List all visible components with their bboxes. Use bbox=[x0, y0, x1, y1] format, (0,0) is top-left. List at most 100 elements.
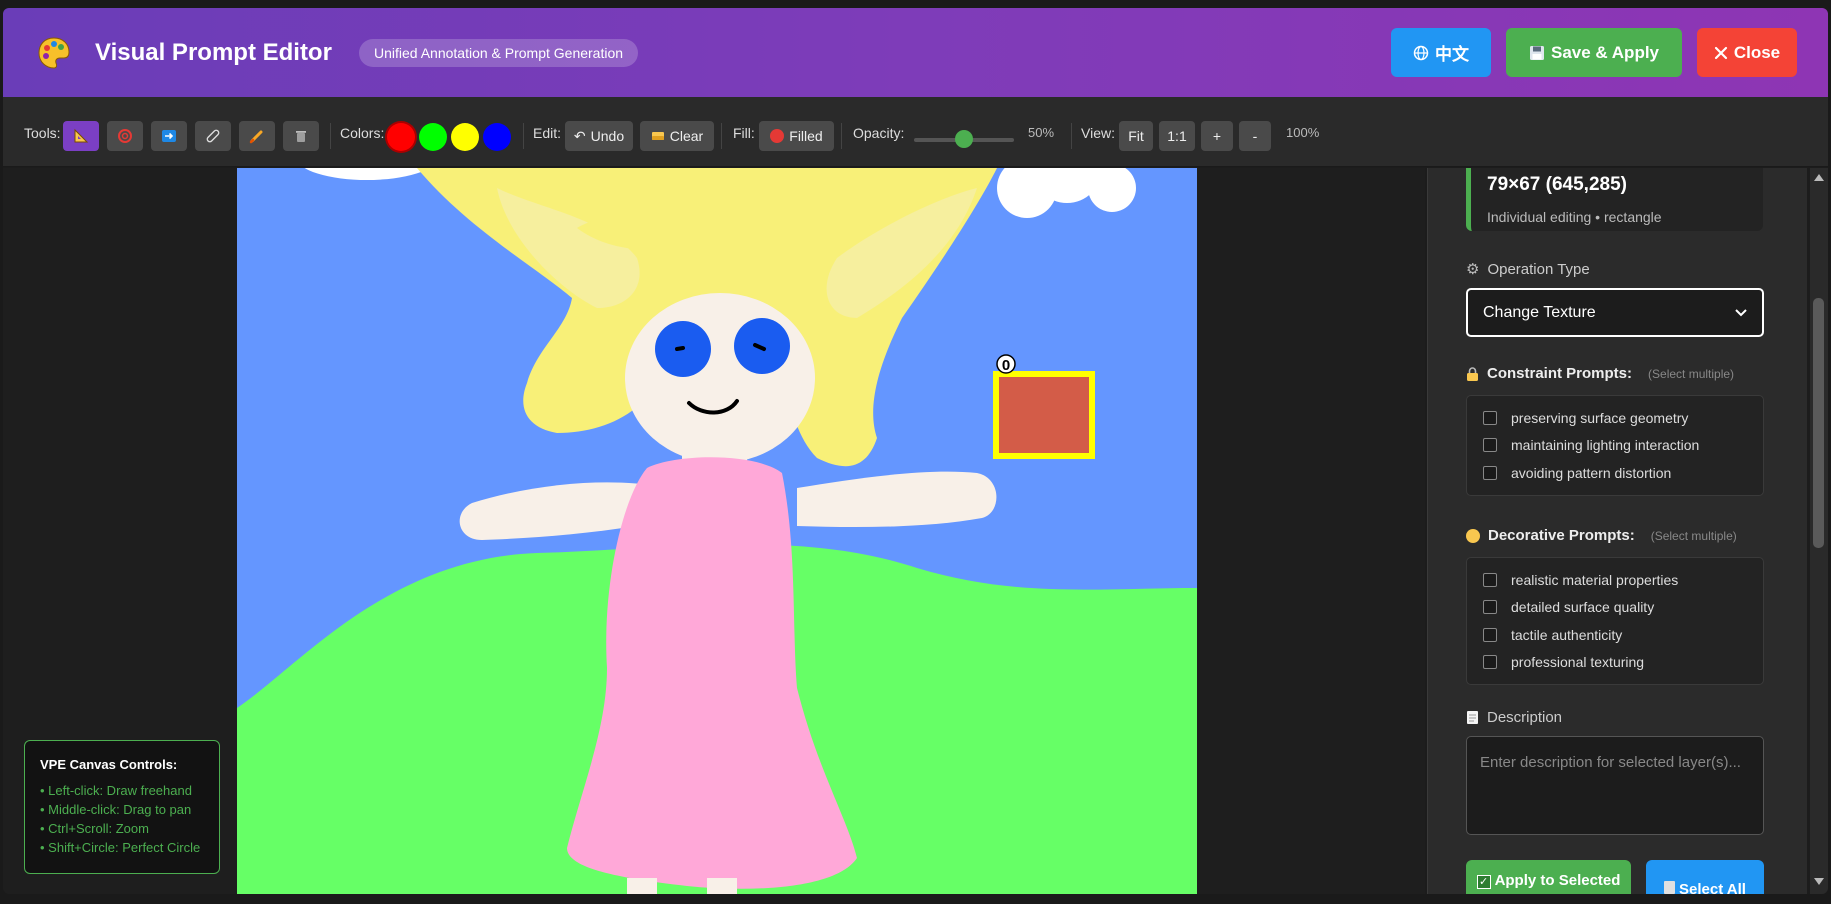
opacity-value: 50% bbox=[1028, 125, 1055, 140]
description-label: Description bbox=[1487, 709, 1563, 726]
circle-tool-icon bbox=[118, 129, 132, 143]
lock-icon bbox=[1467, 366, 1478, 381]
scroll-up-arrow-icon[interactable] bbox=[1814, 174, 1824, 181]
decorative-option-label: tactile authenticity bbox=[1511, 626, 1623, 643]
decorative-option-label: detailed surface quality bbox=[1511, 599, 1655, 616]
controls-line: • Middle-click: Drag to pan bbox=[40, 802, 192, 817]
arrow-tool-icon bbox=[162, 130, 176, 142]
clear-button[interactable]: Clear bbox=[640, 121, 714, 151]
constraint-heading: Constraint Prompts: (Select multiple) bbox=[1466, 365, 1734, 382]
selected-layer-card[interactable]: 79×67 (645,285) Individual editing • rec… bbox=[1466, 168, 1763, 231]
toolbar-divider bbox=[1071, 123, 1072, 149]
gear-icon: ⚙ bbox=[1466, 261, 1480, 278]
tool-freehand[interactable] bbox=[195, 121, 231, 151]
checkbox[interactable] bbox=[1483, 600, 1497, 615]
color-green[interactable] bbox=[419, 123, 447, 151]
zoom-value: 100% bbox=[1286, 125, 1320, 140]
decorative-option[interactable]: tactile authenticity bbox=[1467, 621, 1763, 649]
tools-label: Tools: bbox=[24, 125, 61, 141]
one-to-one-button[interactable]: 1:1 bbox=[1159, 121, 1195, 151]
decorative-label: Decorative Prompts: bbox=[1488, 527, 1635, 544]
notepad-icon bbox=[1467, 711, 1478, 724]
checkbox[interactable] bbox=[1483, 655, 1497, 670]
app-subtitle: Unified Annotation & Prompt Generation bbox=[359, 39, 639, 67]
fit-button[interactable]: Fit bbox=[1119, 121, 1153, 151]
constraint-option-label: maintaining lighting interaction bbox=[1511, 437, 1700, 454]
apply-label: Apply to Selected bbox=[1494, 872, 1621, 889]
canvas-controls-help: VPE Canvas Controls: • Left-click: Draw … bbox=[24, 740, 220, 874]
toolbar-divider bbox=[330, 123, 331, 149]
tool-brush[interactable] bbox=[239, 121, 275, 151]
description-textarea[interactable]: Enter description for selected layer(s).… bbox=[1466, 736, 1764, 835]
language-button[interactable]: 中文 bbox=[1391, 28, 1491, 77]
panel-scroll-thumb[interactable] bbox=[1813, 298, 1824, 548]
tool-eraser[interactable] bbox=[283, 121, 319, 151]
brush-icon bbox=[249, 130, 263, 144]
colors-label: Colors: bbox=[340, 125, 385, 141]
close-button[interactable]: Close bbox=[1697, 28, 1797, 77]
clipboard-icon bbox=[1664, 881, 1675, 894]
tool-arrow[interactable] bbox=[151, 121, 187, 151]
drawing-canvas[interactable]: 0 bbox=[237, 168, 1197, 894]
checkbox[interactable] bbox=[1483, 438, 1497, 453]
constraint-option[interactable]: preserving surface geometry bbox=[1467, 404, 1763, 432]
apply-to-selected-button[interactable]: ✓ Apply to Selected bbox=[1466, 860, 1631, 894]
decorative-option[interactable]: realistic material properties bbox=[1467, 566, 1763, 594]
zoom-in-button[interactable]: + bbox=[1201, 121, 1233, 151]
tool-circle[interactable] bbox=[107, 121, 143, 151]
checkbox[interactable] bbox=[1483, 410, 1497, 425]
color-blue[interactable] bbox=[483, 123, 511, 151]
bandage-icon bbox=[206, 129, 220, 143]
fill-mode-button[interactable]: Filled bbox=[759, 121, 834, 151]
decorative-hint: (Select multiple) bbox=[1650, 528, 1737, 543]
color-yellow[interactable] bbox=[451, 123, 479, 151]
constraint-option[interactable]: maintaining lighting interaction bbox=[1467, 432, 1763, 460]
clear-label: Clear bbox=[669, 128, 704, 144]
undo-button[interactable]: ↶ Undo bbox=[565, 121, 633, 151]
layer-size: 79×67 (645,285) bbox=[1487, 174, 1627, 195]
close-icon bbox=[1714, 46, 1727, 59]
layer-description: Individual editing • rectangle bbox=[1487, 209, 1662, 225]
edit-label: Edit: bbox=[533, 125, 562, 141]
select-all-label: Select All bbox=[1679, 881, 1746, 894]
decorative-option[interactable]: professional texturing bbox=[1467, 649, 1763, 677]
decorative-option[interactable]: detailed surface quality bbox=[1467, 594, 1763, 622]
scroll-down-arrow-icon[interactable] bbox=[1814, 878, 1824, 885]
triangle-ruler-icon bbox=[74, 128, 89, 143]
checkmark-icon: ✓ bbox=[1476, 875, 1491, 889]
checkbox[interactable] bbox=[1483, 572, 1497, 587]
constraint-option-label: preserving surface geometry bbox=[1511, 409, 1689, 426]
app-window: Visual Prompt Editor Unified Annotation … bbox=[3, 8, 1828, 894]
floppy-disk-icon bbox=[1529, 45, 1544, 60]
chevron-down-icon bbox=[1735, 308, 1747, 316]
checkbox[interactable] bbox=[1483, 465, 1497, 480]
decorative-list: realistic material properties detailed s… bbox=[1466, 557, 1764, 685]
constraint-option[interactable]: avoiding pattern distortion bbox=[1467, 459, 1763, 487]
properties-panel: 79×67 (645,285) Individual editing • rec… bbox=[1427, 168, 1807, 894]
opacity-slider-thumb[interactable] bbox=[955, 130, 973, 148]
opacity-label: Opacity: bbox=[853, 125, 905, 141]
constraint-option-label: avoiding pattern distortion bbox=[1511, 464, 1672, 481]
tool-triangle-ruler[interactable] bbox=[63, 121, 99, 151]
undo-icon: ↶ bbox=[573, 127, 586, 144]
controls-line: • Ctrl+Scroll: Zoom bbox=[40, 821, 149, 836]
close-label: Close bbox=[1733, 42, 1781, 62]
color-red[interactable] bbox=[387, 123, 415, 151]
decorative-heading: Decorative Prompts: (Select multiple) bbox=[1466, 527, 1737, 544]
description-heading: Description bbox=[1466, 709, 1562, 726]
constraint-label: Constraint Prompts: bbox=[1487, 365, 1633, 382]
zoom-out-button[interactable]: - bbox=[1239, 121, 1271, 151]
toolbar-divider bbox=[523, 123, 524, 149]
operation-type-heading: ⚙ Operation Type bbox=[1466, 260, 1590, 279]
decorative-option-label: professional texturing bbox=[1511, 654, 1645, 671]
save-apply-button[interactable]: Save & Apply bbox=[1506, 28, 1682, 77]
checkbox[interactable] bbox=[1483, 627, 1497, 642]
controls-line: • Left-click: Draw freehand bbox=[40, 783, 192, 798]
eraser-icon bbox=[651, 132, 664, 140]
filled-label: Filled bbox=[789, 128, 823, 144]
operation-type-select[interactable]: Change Texture bbox=[1466, 288, 1764, 337]
drawing-image: 0 bbox=[237, 168, 1197, 894]
select-all-button[interactable]: Select All bbox=[1646, 860, 1764, 894]
undo-label: Undo bbox=[590, 128, 625, 144]
filled-circle-icon bbox=[770, 129, 785, 143]
